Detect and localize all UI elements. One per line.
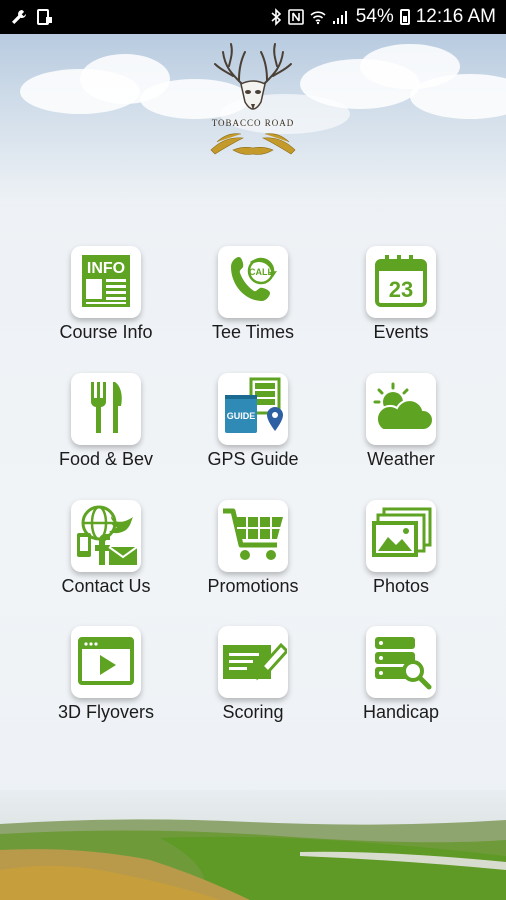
- menu-item-3d-flyovers[interactable]: 3D Flyovers: [32, 620, 180, 740]
- wrench-icon: [10, 8, 28, 26]
- clock: 12:16 AM: [415, 6, 496, 27]
- menu-item-handicap[interactable]: Handicap: [327, 620, 475, 740]
- status-right: 54% 12:16 AM: [270, 6, 496, 28]
- tile-card: [214, 494, 292, 576]
- tile-label: Contact Us: [61, 576, 151, 596]
- svg-text:INFO: INFO: [87, 260, 125, 277]
- nfc-icon: [287, 8, 304, 26]
- tile-card: [214, 620, 292, 702]
- info-newspaper-icon: INFO: [82, 255, 130, 307]
- menu-item-weather[interactable]: Weather: [327, 367, 475, 487]
- menu-item-course-info[interactable]: INFO Course Info: [32, 240, 180, 360]
- database-search-icon: [375, 637, 432, 690]
- tile-card: CALL: [214, 240, 292, 322]
- wifi-icon: [310, 8, 326, 26]
- battery-percent: 54%: [355, 6, 394, 27]
- golf-course-landscape: [0, 790, 506, 900]
- menu-item-contact-us[interactable]: Contact Us: [32, 494, 180, 614]
- menu-item-food-bev[interactable]: Food & Bev: [32, 367, 180, 487]
- status-left: [10, 8, 54, 26]
- tile-label: Weather: [367, 449, 435, 469]
- shopping-cart-icon: [223, 508, 283, 560]
- tile-card: INFO: [67, 240, 145, 322]
- photos-icon: [372, 507, 432, 557]
- tile-label: Food & Bev: [58, 449, 154, 469]
- tile-card: 23: [362, 240, 440, 322]
- menu-item-events[interactable]: 23 Events: [327, 240, 475, 360]
- tile-card: [362, 367, 440, 449]
- scorecard-pencil-icon: [223, 642, 287, 681]
- battery-icon: [399, 9, 410, 25]
- menu-item-tee-times[interactable]: CALL Tee Times: [179, 240, 327, 360]
- tile-card: [362, 620, 440, 702]
- bluetooth-icon: [270, 8, 282, 26]
- tablet-icon: [36, 8, 54, 26]
- status-bar: 54% 12:16 AM: [0, 0, 506, 34]
- gps-guide-icon: GUIDE: [225, 377, 283, 433]
- tile-card: [67, 494, 145, 576]
- tile-label: Tee Times: [211, 322, 295, 342]
- tobacco-road-logo: TOBACCO ROAD: [203, 40, 303, 162]
- tile-label: Scoring: [222, 702, 284, 722]
- svg-text:GUIDE: GUIDE: [227, 411, 256, 421]
- tile-label: 3D Flyovers: [57, 702, 155, 722]
- fork-knife-icon: [91, 382, 122, 433]
- calendar-icon: 23: [375, 255, 427, 307]
- tile-label: Handicap: [362, 702, 440, 722]
- menu-item-photos[interactable]: Photos: [327, 494, 475, 614]
- svg-text:23: 23: [389, 277, 413, 302]
- phone-call-icon: CALL: [231, 257, 277, 301]
- signal-icon: [332, 8, 350, 26]
- tile-label: Course Info: [59, 322, 153, 342]
- tile-label: GPS Guide: [207, 449, 299, 469]
- video-play-icon: [78, 637, 134, 685]
- contact-social-icon: [77, 505, 138, 565]
- tile-card: [67, 367, 145, 449]
- tile-card: [67, 620, 145, 702]
- tile-card: [362, 494, 440, 576]
- menu-item-scoring[interactable]: Scoring: [179, 620, 327, 740]
- deer-skull-icon: [210, 43, 296, 155]
- menu-item-gps-guide[interactable]: GUIDE GPS Guide: [179, 367, 327, 487]
- tile-card: GUIDE: [214, 367, 292, 449]
- sun-cloud-icon: [373, 382, 434, 431]
- menu-item-promotions[interactable]: Promotions: [179, 494, 327, 614]
- logo-text: TOBACCO ROAD: [211, 118, 295, 128]
- tile-label: Events: [373, 322, 429, 342]
- tile-label: Photos: [372, 576, 430, 596]
- tile-label: Promotions: [207, 576, 299, 596]
